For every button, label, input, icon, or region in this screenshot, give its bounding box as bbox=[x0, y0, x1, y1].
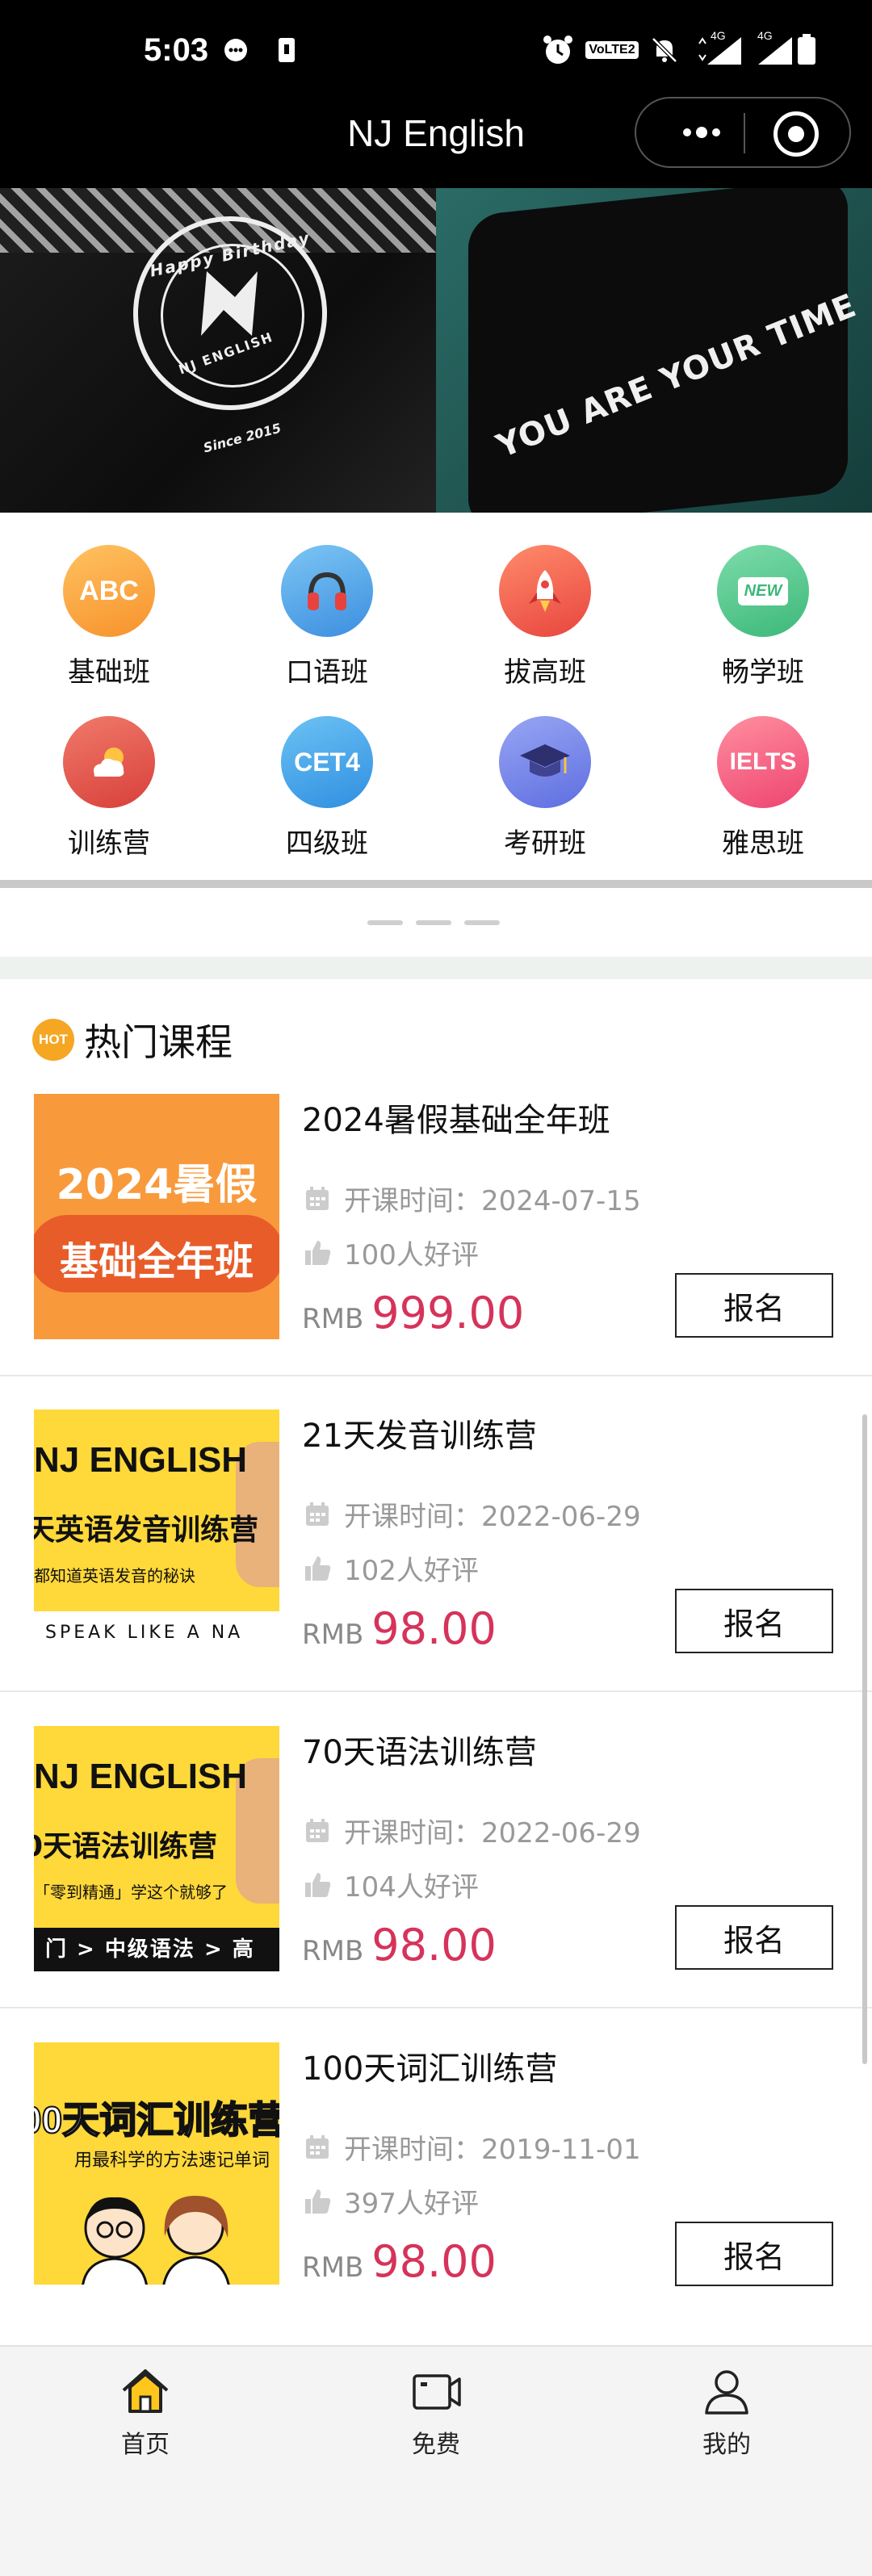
status-time: 5:03 bbox=[144, 32, 209, 68]
course-thumbnail[interactable]: NJ ENGLISH 天英语发音训练营 都知道英语发音的秘诀 SPEAK LIK… bbox=[34, 1409, 279, 1655]
close-mini-program-button[interactable] bbox=[773, 111, 819, 157]
enroll-button[interactable]: 报名 bbox=[675, 1589, 833, 1653]
category-label: 雅思班 bbox=[722, 827, 804, 860]
course-thumbnail[interactable]: 00天词汇训练营 用最科学的方法速记单词 bbox=[34, 2042, 279, 2285]
enroll-button[interactable]: 报名 bbox=[675, 2222, 833, 2286]
category-label: 四级班 bbox=[286, 827, 368, 860]
course-item[interactable]: NJ ENGLISH 0天语法训练营 「零到精通」学这个就够了 门 > 中级语法… bbox=[0, 1726, 872, 2041]
row-divider bbox=[0, 1690, 872, 1692]
abc-icon: ABC bbox=[63, 545, 155, 637]
course-item[interactable]: 00天词汇训练营 用最科学的方法速记单词 100天词汇训练营 开课时间：2019… bbox=[0, 2042, 872, 2357]
signal-icon-2: 4G bbox=[751, 29, 796, 66]
thumbs-up-icon bbox=[302, 2186, 333, 2217]
course-reviews: 100人好评 bbox=[302, 1233, 479, 1272]
category-speaking[interactable]: 口语班 bbox=[218, 513, 436, 689]
hot-badge-icon: HOT bbox=[32, 1019, 74, 1061]
course-title[interactable]: 2024暑假基础全年班 bbox=[302, 1094, 610, 1141]
course-start-date: 开课时间：2024-07-15 bbox=[302, 1179, 641, 1218]
sim-icon bbox=[275, 34, 299, 66]
course-item[interactable]: 2024暑假 基础全年班 2024暑假基础全年班 开课时间：2024-07-15… bbox=[0, 1094, 872, 1409]
graduation-cap-icon bbox=[499, 716, 591, 808]
home-icon bbox=[117, 2363, 174, 2419]
more-menu-button[interactable] bbox=[665, 115, 738, 150]
category-label: 考研班 bbox=[504, 827, 586, 860]
tab-label: 我的 bbox=[702, 2431, 751, 2459]
course-reviews: 102人好评 bbox=[302, 1548, 479, 1588]
headphones-icon bbox=[281, 545, 373, 637]
tab-mine[interactable]: 我的 bbox=[646, 2363, 807, 2460]
course-reviews: 104人好评 bbox=[302, 1865, 479, 1904]
course-price: RMB 999.00 bbox=[302, 1288, 525, 1338]
category-cet4[interactable]: CET4 四级班 bbox=[218, 684, 436, 860]
cet4-icon: CET4 bbox=[281, 716, 373, 808]
category-basic[interactable]: ABC 基础班 bbox=[0, 513, 218, 689]
scrollbar[interactable] bbox=[862, 1414, 867, 2064]
calendar-icon bbox=[302, 2132, 333, 2163]
category-postgrad[interactable]: 考研班 bbox=[436, 684, 654, 860]
calendar-icon bbox=[302, 1183, 333, 1214]
banner-slide-birthday: Happy Birthday NJ ENGLISH Since 2015 bbox=[0, 188, 436, 513]
nav-bar: NJ English bbox=[0, 89, 872, 190]
course-price: RMB 98.00 bbox=[302, 1920, 497, 1971]
capsule-divider bbox=[744, 113, 745, 153]
banner-since-text: Since 2015 bbox=[201, 420, 283, 456]
course-price: RMB 98.00 bbox=[302, 1603, 497, 1654]
mute-bell-icon bbox=[646, 34, 683, 66]
thumbs-up-icon bbox=[302, 1238, 333, 1268]
calendar-icon bbox=[302, 1816, 333, 1846]
thumbs-up-icon bbox=[302, 1553, 333, 1584]
chat-bubble-icon bbox=[220, 34, 252, 66]
banner-slide-your-time bbox=[436, 188, 872, 513]
tab-label: 免费 bbox=[412, 2431, 460, 2459]
category-fluent[interactable]: NEW 畅学班 bbox=[654, 513, 872, 689]
course-start-date: 开课时间：2022-06-29 bbox=[302, 1494, 641, 1534]
volte-icon: VoLTE2 bbox=[585, 34, 639, 66]
rocket-icon bbox=[499, 545, 591, 637]
course-thumbnail[interactable]: NJ ENGLISH 0天语法训练营 「零到精通」学这个就够了 门 > 中级语法… bbox=[34, 1726, 279, 1971]
video-icon bbox=[408, 2363, 464, 2419]
tab-free[interactable]: 免费 bbox=[355, 2363, 517, 2460]
course-item[interactable]: NJ ENGLISH 天英语发音训练营 都知道英语发音的秘诀 SPEAK LIK… bbox=[0, 1409, 872, 1724]
row-divider bbox=[0, 2007, 872, 2008]
banner-carousel[interactable]: Happy Birthday NJ ENGLISH Since 2015 YOU… bbox=[0, 188, 872, 513]
category-label: 训练营 bbox=[68, 827, 150, 860]
category-grid: ABC 基础班 口语班 拔高班 NEW 畅学班 训练营 CET4 四级班 考研班 bbox=[0, 513, 872, 880]
mini-program-capsule bbox=[635, 97, 851, 168]
section-gap bbox=[0, 957, 872, 979]
tab-label: 首页 bbox=[121, 2431, 170, 2459]
course-title[interactable]: 21天发音训练营 bbox=[302, 1409, 537, 1456]
course-start-date: 开课时间：2019-11-01 bbox=[302, 2127, 641, 2167]
section-title: 热门课程 bbox=[84, 1020, 233, 1064]
course-title[interactable]: 100天词汇训练营 bbox=[302, 2042, 557, 2089]
course-price: RMB 98.00 bbox=[302, 2236, 497, 2287]
enroll-button[interactable]: 报名 bbox=[675, 1273, 833, 1338]
calendar-icon bbox=[302, 1499, 333, 1530]
course-start-date: 开课时间：2022-06-29 bbox=[302, 1811, 641, 1850]
battery-icon bbox=[794, 34, 819, 66]
user-icon bbox=[698, 2363, 755, 2419]
category-ielts[interactable]: IELTS 雅思班 bbox=[654, 684, 872, 860]
course-reviews: 397人好评 bbox=[302, 2181, 479, 2221]
enroll-button[interactable]: 报名 bbox=[675, 1905, 833, 1970]
new-badge-icon: NEW bbox=[717, 545, 809, 637]
weather-icon bbox=[63, 716, 155, 808]
bottom-tab-bar: 首页 免费 我的 bbox=[0, 2345, 872, 2576]
category-bootcamp[interactable]: 训练营 bbox=[0, 684, 218, 860]
hot-courses-header: HOT 热门课程 bbox=[32, 1013, 233, 1066]
alarm-icon bbox=[539, 34, 576, 66]
thumbs-up-icon bbox=[302, 1870, 333, 1900]
course-title[interactable]: 70天语法训练营 bbox=[302, 1726, 537, 1773]
row-divider bbox=[0, 1375, 872, 1376]
ielts-icon: IELTS bbox=[717, 716, 809, 808]
category-advanced[interactable]: 拔高班 bbox=[436, 513, 654, 689]
category-divider bbox=[0, 880, 872, 888]
signal-icon-1: 4G bbox=[694, 29, 746, 66]
category-pager bbox=[367, 920, 500, 925]
tab-home[interactable]: 首页 bbox=[65, 2363, 226, 2460]
course-thumbnail[interactable]: 2024暑假 基础全年班 bbox=[34, 1094, 279, 1339]
